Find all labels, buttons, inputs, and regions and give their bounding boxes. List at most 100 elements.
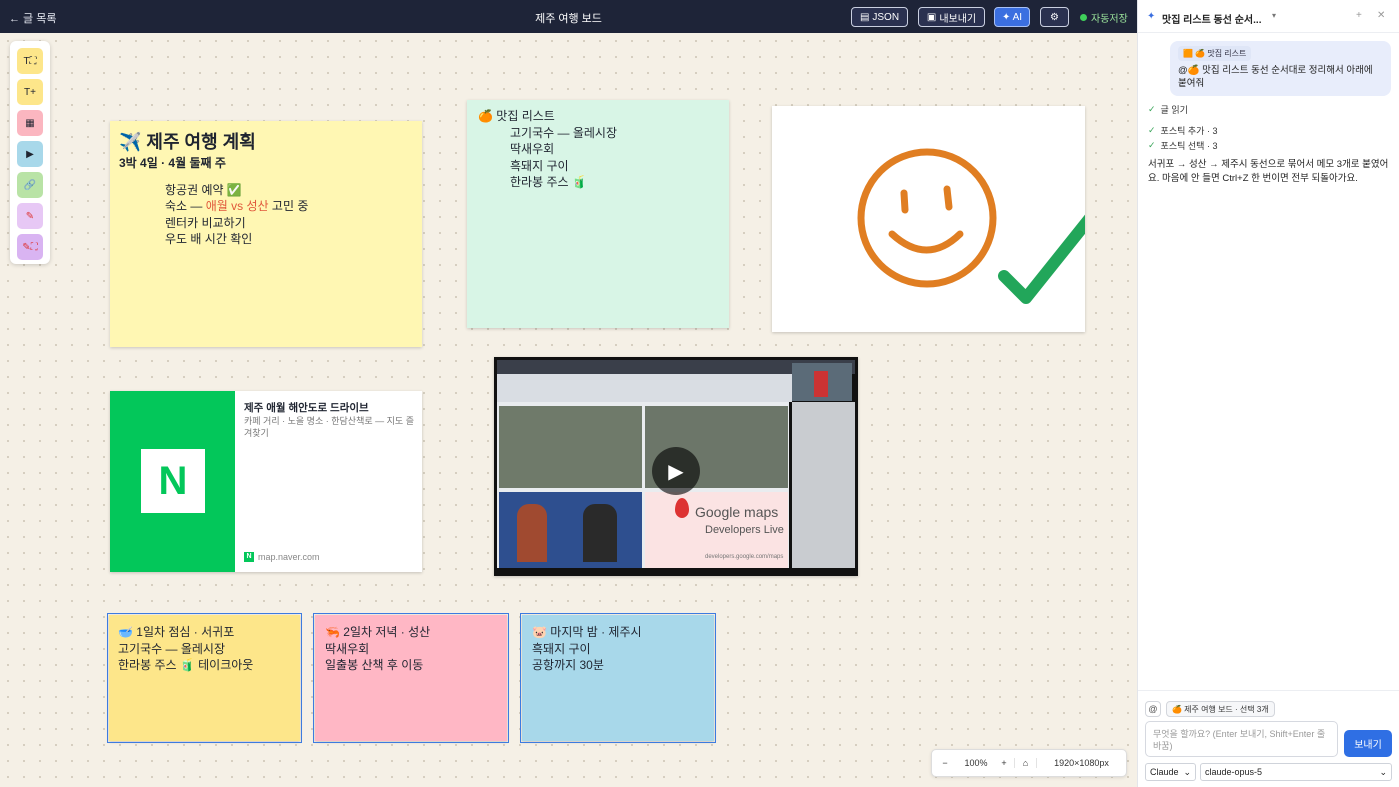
- sticky-day3[interactable]: 🐷 마지막 밤 · 제주시 흑돼지 구이 공항까지 30분: [520, 613, 716, 743]
- smiley-eye-right: [943, 185, 953, 211]
- text-plus-icon[interactable]: T+: [17, 79, 43, 105]
- naver-thumbnail: N: [110, 391, 235, 572]
- step-label: 포스틱 선택 · 3: [1160, 141, 1218, 151]
- map-pin-icon: [675, 498, 689, 518]
- highlight-text: 애월 vs 성산: [205, 199, 269, 213]
- export-label: 내보내기: [939, 13, 977, 25]
- list-item: 고기국수 — 올레시장: [118, 641, 225, 656]
- video-embed[interactable]: Google maps Developers Live developers.g…: [494, 357, 858, 576]
- zoom-level: 100%: [964, 758, 988, 768]
- check-icon: ✓: [1148, 140, 1156, 150]
- check-icon: ✓: [1148, 125, 1156, 135]
- image-icon[interactable]: ▦: [17, 110, 43, 136]
- step-select: ✓ 포스틱 선택 · 3: [1148, 139, 1217, 152]
- new-chat-icon[interactable]: +: [1356, 10, 1362, 21]
- autosave-status: 자동저장: [1080, 10, 1128, 25]
- composer: @ 🍊 제주 여행 보드 · 선택 3개 무엇을 할까요? (Enter 보내기…: [1138, 690, 1399, 787]
- list-item: 우도 배 시간 확인: [165, 232, 253, 246]
- list-item: 흑돼지 구이: [532, 641, 591, 656]
- video-thumbnail: [499, 406, 642, 488]
- context-chip[interactable]: 🍊 제주 여행 보드 · 선택 3개: [1166, 701, 1275, 717]
- step-label: 글 읽기: [1160, 105, 1188, 115]
- sticky-body: 고기국수 — 올레시장 딱새우회 흑돼지 구이 한라봉 주스 🧃: [510, 125, 718, 191]
- play-icon[interactable]: ▶: [652, 447, 700, 495]
- pen-select-icon[interactable]: ✎⛶: [17, 234, 43, 260]
- url-text: map.naver.com: [258, 552, 320, 562]
- presenter-thumbnail: [792, 363, 852, 401]
- send-button[interactable]: 보내기: [1344, 730, 1392, 757]
- pen-icon[interactable]: ✎: [17, 203, 43, 229]
- zoom-out-button[interactable]: −: [932, 758, 958, 768]
- video-icon[interactable]: ▶: [17, 141, 43, 167]
- step-add: ✓ 포스틱 추가 · 3: [1148, 124, 1217, 137]
- home-icon[interactable]: ⌂: [1014, 758, 1036, 768]
- json-button[interactable]: ▤ JSON: [851, 7, 908, 27]
- list-item: 렌터카 비교하기: [165, 215, 246, 230]
- video-grid: Google maps Developers Live developers.g…: [497, 402, 789, 568]
- check-mark-icon: [998, 212, 1096, 304]
- chevron-down-icon[interactable]: ▾: [1272, 11, 1276, 20]
- list-item: 딱새우회: [510, 142, 555, 156]
- provider-select[interactable]: Claude ⌄: [1145, 763, 1196, 781]
- settings-button[interactable]: ⚙: [1040, 7, 1069, 27]
- close-icon[interactable]: ✕: [1377, 10, 1385, 21]
- sticky-subtitle: 3박 4일 · 4월 둘째 주: [119, 156, 226, 170]
- list-item: 한라봉 주스 🧃: [510, 175, 587, 189]
- sticky-day1[interactable]: 🥣 1일차 점심 · 서귀포 고기국수 — 올레시장 한라봉 주스 🧃 테이크아…: [107, 613, 302, 743]
- mention-chip: 🟧 🍊 맛집 리스트: [1178, 46, 1252, 61]
- panel-header: ✦ 맛집 리스트 동선 순서... ▾ + ✕: [1138, 0, 1399, 33]
- file-icon: ▤: [859, 11, 870, 23]
- text-span: 고민 중: [268, 199, 309, 213]
- list-item: 고기국수 — 올레시장: [510, 125, 617, 140]
- autosave-label: 자동저장: [1091, 14, 1128, 25]
- sticky-day2[interactable]: 🦐 2일차 저녁 · 성산 딱새우회 일출봉 산책 후 이동: [313, 613, 509, 743]
- sticky-title: ✈️ 제주 여행 계획: [119, 132, 256, 152]
- sticky-travel-plan[interactable]: ✈️ 제주 여행 계획 3박 4일 · 4월 둘째 주 항공권 예약 ✅ 숙소 …: [110, 121, 422, 347]
- step-read: ✓ 글 읽기: [1148, 103, 1188, 116]
- link-card[interactable]: N 제주 애월 해안도로 드라이브 카페 거리 · 노을 명소 · 한담산책로 …: [110, 391, 422, 572]
- link-icon[interactable]: 🔗: [17, 172, 43, 198]
- link-url: Nmap.naver.com: [244, 552, 320, 562]
- sticky-title: 🍊 맛집 리스트: [478, 109, 555, 123]
- smiley-eye-left: [900, 189, 909, 214]
- sticky-food-list[interactable]: 🍊 맛집 리스트 고기국수 — 올레시장 딱새우회 흑돼지 구이 한라봉 주스 …: [467, 100, 729, 328]
- sparkle-icon: ✦: [1147, 11, 1156, 22]
- export-button[interactable]: ▣ 내보내기: [918, 7, 985, 27]
- list-item: 일출봉 산책 후 이동: [325, 658, 424, 672]
- list-item: 한라봉 주스 🧃 테이크아웃: [118, 658, 254, 672]
- select-value: claude-opus-5: [1205, 767, 1263, 777]
- json-label: JSON: [872, 11, 900, 23]
- select-value: Claude: [1150, 767, 1179, 777]
- sticky-body: 항공권 예약 ✅ 숙소 — 애월 vs 성산 고민 중 렌터카 비교하기 우도 …: [165, 182, 413, 248]
- text-span: 숙소 —: [165, 199, 206, 213]
- prompt-input[interactable]: 무엇을 할까요? (Enter 보내기, Shift+Enter 줄바꿈): [1145, 721, 1338, 757]
- top-bar: ← 글 목록 제주 여행 보드 ▤ JSON ▣ 내보내기 ✦ AI ⚙ 자동저장: [0, 0, 1137, 33]
- ai-button[interactable]: ✦ AI: [994, 7, 1030, 27]
- board-canvas[interactable]: T⛶ T+ ▦ ▶ 🔗 ✎ ✎⛶ ✈️ 제주 여행 계획 3박 4일 · 4월 …: [0, 33, 1137, 787]
- conversation-title[interactable]: 맛집 리스트 동선 순서...: [1162, 11, 1261, 26]
- list-item: 숙소 — 애월 vs 성산 고민 중: [165, 198, 413, 215]
- drawing-card[interactable]: [772, 106, 1096, 332]
- video-sidebar: [792, 402, 855, 568]
- chevron-down-icon: ⌄: [1379, 766, 1387, 777]
- browser-chrome: [497, 374, 792, 402]
- assistant-reply: 서귀포 → 성산 → 제주시 동선으로 묶어서 메모 3개로 붙였어요. 마음에…: [1148, 159, 1389, 184]
- naver-logo-icon: N: [141, 449, 205, 513]
- list-item: 딱새우회: [325, 641, 370, 656]
- link-title: 제주 애월 해안도로 드라이브: [244, 402, 369, 414]
- model-select[interactable]: claude-opus-5 ⌄: [1200, 763, 1392, 781]
- tool-palette: T⛶ T+ ▦ ▶ 🔗 ✎ ✎⛶: [10, 41, 50, 264]
- zoom-control: − 100% + ⌂ 1920×1080px: [931, 749, 1127, 777]
- mention-button[interactable]: @: [1145, 701, 1161, 717]
- sticky-title: 🥣 1일차 점심 · 서귀포: [118, 625, 235, 639]
- text-frame-icon[interactable]: T⛶: [17, 48, 43, 74]
- chevron-down-icon: ⌄: [1183, 766, 1191, 777]
- sticky-title: 🦐 2일차 저녁 · 성산: [325, 625, 431, 639]
- check-icon: ✓: [1148, 104, 1156, 114]
- status-dot-icon: [1080, 14, 1087, 21]
- list-item: 항공권 예약 ✅: [165, 182, 242, 197]
- ai-chat-panel: ✦ 맛집 리스트 동선 순서... ▾ + ✕ 🟧 🍊 맛집 리스트 @🍊 맛집…: [1137, 0, 1399, 787]
- smiley-mouth: [888, 230, 964, 254]
- zoom-in-button[interactable]: +: [994, 758, 1014, 768]
- message-text: @🍊 맛집 리스트 동선 순서대로 정리해서 아래에 붙여줘: [1178, 65, 1373, 89]
